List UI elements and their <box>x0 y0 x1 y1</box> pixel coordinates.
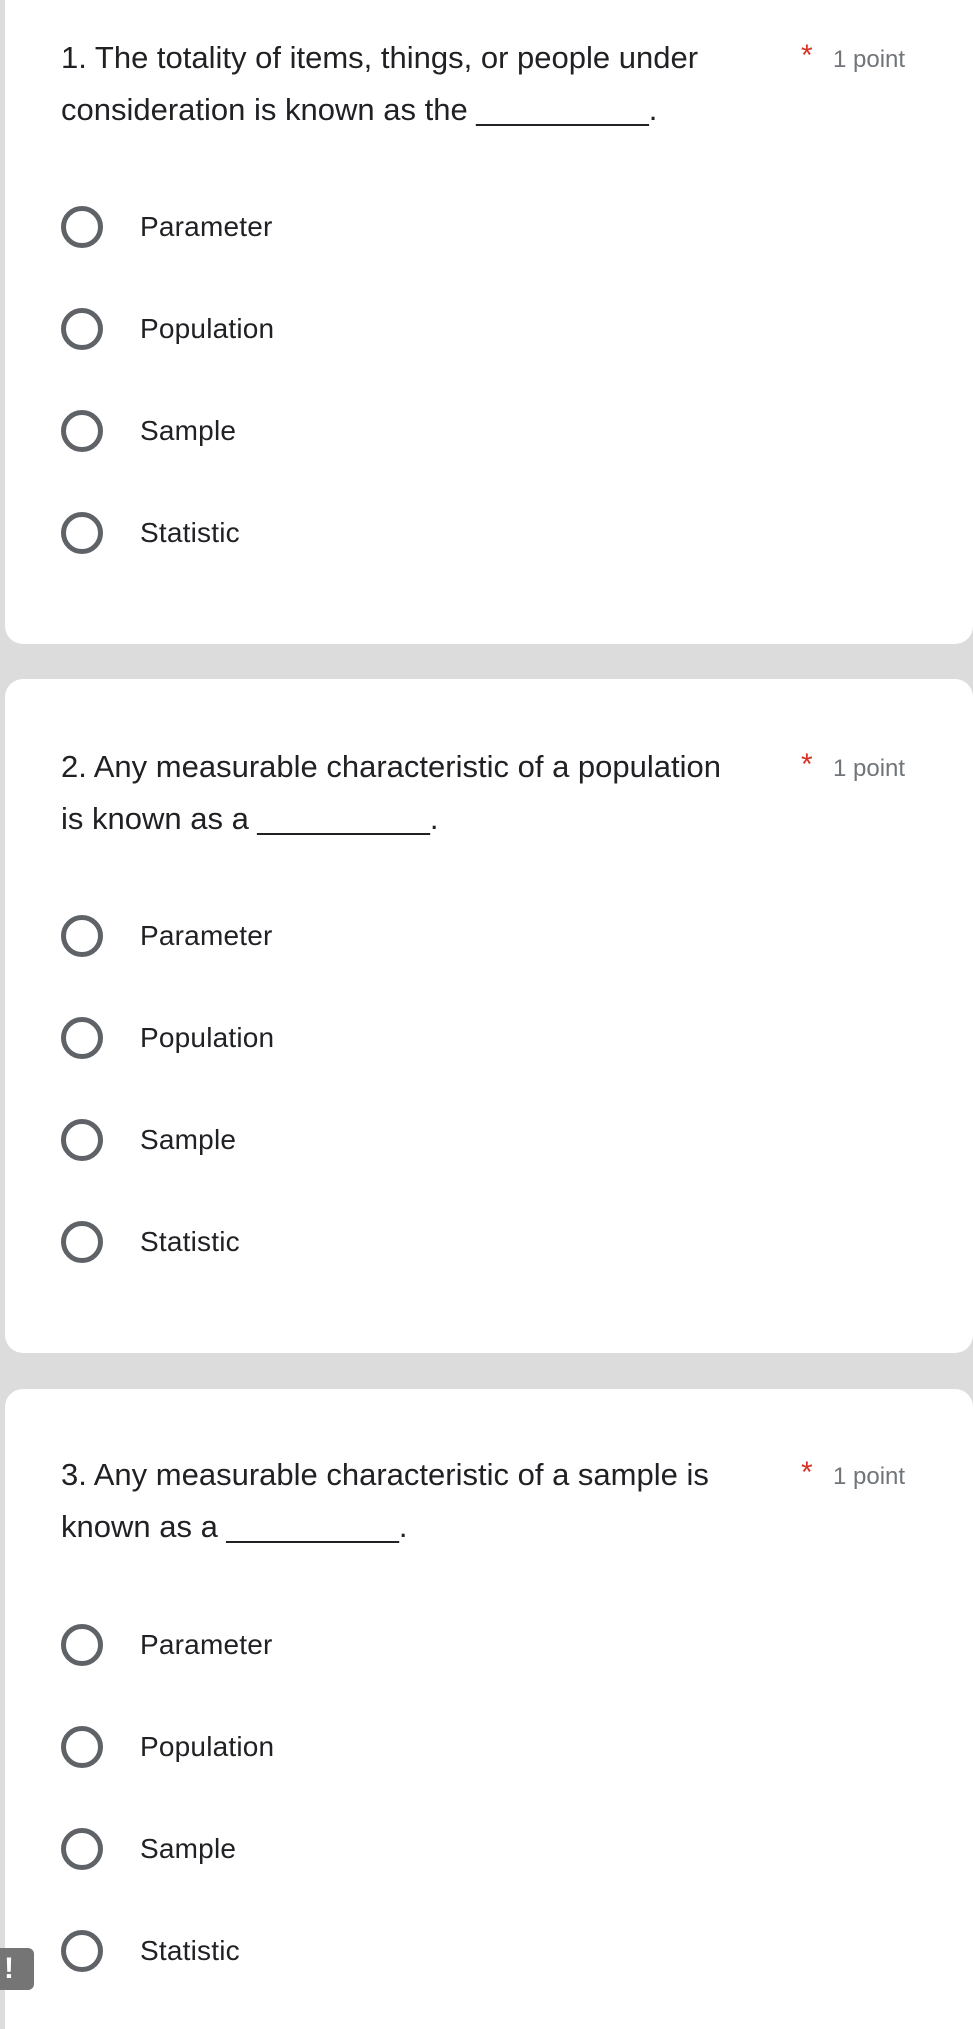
option-label: Population <box>140 1022 275 1053</box>
points-label: 1 point <box>833 46 906 73</box>
option-label: Statistic <box>140 1226 240 1257</box>
option-statistic[interactable]: Statistic <box>61 1921 661 1981</box>
question-text: 2. Any measurable characteristic of a po… <box>61 749 721 836</box>
option-parameter[interactable]: Parameter <box>61 906 661 966</box>
option-sample[interactable]: Sample <box>61 1819 661 1879</box>
option-label: Population <box>140 313 275 344</box>
radio-button[interactable] <box>61 1119 103 1161</box>
required-asterisk: * <box>801 748 813 781</box>
option-label: Sample <box>140 415 237 446</box>
required-asterisk: * <box>801 39 813 72</box>
radio-button[interactable] <box>61 1624 103 1666</box>
exclamation-icon: ! <box>4 1952 14 1985</box>
option-sample[interactable]: Sample <box>61 1110 661 1170</box>
radio-button[interactable] <box>61 512 103 554</box>
option-parameter[interactable]: Parameter <box>61 1615 661 1675</box>
points-label: 1 point <box>833 755 906 782</box>
feedback-button[interactable]: ! <box>0 1948 34 1990</box>
option-label: Population <box>140 1731 275 1762</box>
required-asterisk: * <box>801 1456 813 1489</box>
radio-button[interactable] <box>61 1726 103 1768</box>
option-label: Statistic <box>140 1935 240 1966</box>
radio-button[interactable] <box>61 915 103 957</box>
radio-button[interactable] <box>61 410 103 452</box>
radio-button[interactable] <box>61 206 103 248</box>
radio-button[interactable] <box>61 1930 103 1972</box>
option-sample[interactable]: Sample <box>61 401 661 461</box>
option-label: Parameter <box>140 211 273 242</box>
option-statistic[interactable]: Statistic <box>61 1212 661 1272</box>
radio-button[interactable] <box>61 308 103 350</box>
radio-button[interactable] <box>61 1017 103 1059</box>
question-text: 3. Any measurable characteristic of a sa… <box>61 1457 709 1544</box>
option-label: Parameter <box>140 920 273 951</box>
option-population[interactable]: Population <box>61 1717 661 1777</box>
option-label: Parameter <box>140 1629 273 1660</box>
option-label: Statistic <box>140 517 240 548</box>
option-label: Sample <box>140 1124 237 1155</box>
option-parameter[interactable]: Parameter <box>61 197 661 257</box>
radio-button[interactable] <box>61 1828 103 1870</box>
option-population[interactable]: Population <box>61 299 661 359</box>
option-label: Sample <box>140 1833 237 1864</box>
points-label: 1 point <box>833 1463 906 1490</box>
option-population[interactable]: Population <box>61 1008 661 1068</box>
question-text: 1. The totality of items, things, or peo… <box>61 40 699 127</box>
radio-button[interactable] <box>61 1221 103 1263</box>
option-statistic[interactable]: Statistic <box>61 503 661 563</box>
